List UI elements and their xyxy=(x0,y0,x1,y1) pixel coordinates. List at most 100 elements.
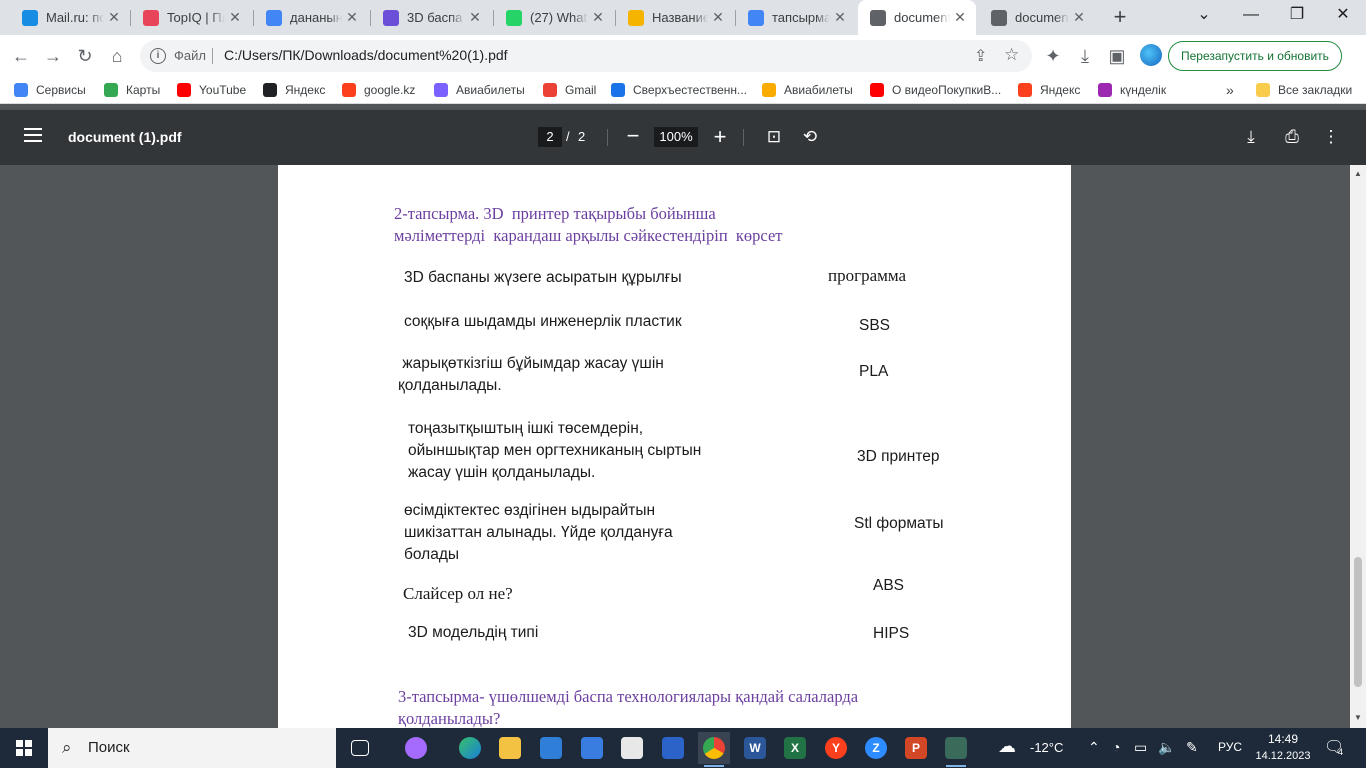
zoom-in-button[interactable]: + xyxy=(710,126,730,148)
bookmark-item[interactable]: YouTube xyxy=(177,77,246,103)
bookmark-item[interactable]: О видеоПокупкиВ... xyxy=(870,77,1001,103)
relaunch-update-button[interactable]: Перезапустить и обновить xyxy=(1168,41,1342,71)
app-icon-green[interactable] xyxy=(940,732,972,767)
browser-tab[interactable]: document (1).pdf✕ xyxy=(858,0,976,35)
bookmark-item[interactable]: Сервисы xyxy=(14,77,86,103)
home-icon[interactable]: ⌂ xyxy=(104,43,130,69)
mail-icon[interactable] xyxy=(535,732,567,764)
browser-tab[interactable]: Название ✕ xyxy=(616,0,734,35)
close-tab-icon[interactable]: ✕ xyxy=(342,9,362,26)
pdf-viewport[interactable]: 2-тапсырма. 3D принтер тақырыбы бойынша … xyxy=(0,165,1350,728)
folder-icon xyxy=(1256,83,1270,97)
file-explorer-icon[interactable] xyxy=(494,732,526,764)
extensions-icon[interactable]: ✦ xyxy=(1040,43,1066,69)
bookmarks-overflow-button[interactable]: » xyxy=(1226,77,1234,103)
fit-to-page-icon[interactable]: ⊡ xyxy=(763,126,785,148)
close-tab-icon[interactable]: ✕ xyxy=(465,9,485,26)
bookmark-item[interactable]: google.kz xyxy=(342,77,415,103)
close-tab-icon[interactable]: ✕ xyxy=(225,9,245,26)
bookmark-favicon-icon xyxy=(177,83,191,97)
close-window-button[interactable]: ✕ xyxy=(1320,0,1366,30)
zoom-app-icon[interactable]: Z xyxy=(860,732,892,764)
maximize-button[interactable]: ❐ xyxy=(1274,0,1320,30)
tab-search-icon[interactable]: ⌄ xyxy=(1181,0,1227,30)
taskbar-search[interactable]: ⌕ Поиск xyxy=(48,728,336,768)
browser-tab[interactable]: Mail.ru: почта✕ xyxy=(10,0,130,35)
bookmark-star-icon[interactable]: ☆ xyxy=(1004,45,1019,65)
info-icon[interactable]: i xyxy=(150,48,166,64)
browser-tab[interactable]: тапсырма ✕ xyxy=(736,0,856,35)
pdf-download-icon[interactable]: ⤓ xyxy=(1240,126,1262,148)
scroll-up-icon[interactable]: ▲ xyxy=(1354,169,1362,178)
bookmark-item[interactable]: Яндекс xyxy=(1018,77,1080,103)
bookmark-item[interactable]: Авиабилеты xyxy=(434,77,525,103)
word-icon[interactable]: W xyxy=(739,732,771,764)
minimize-button[interactable]: — xyxy=(1228,0,1274,30)
bookmark-item[interactable]: Яндекс xyxy=(263,77,325,103)
rotate-icon[interactable]: ⟲ xyxy=(799,126,821,148)
network-icon[interactable]: ◔ xyxy=(1112,739,1120,755)
close-tab-icon[interactable]: ✕ xyxy=(104,9,124,26)
close-tab-icon[interactable]: ✕ xyxy=(1069,9,1089,26)
app-icon-purple[interactable] xyxy=(400,732,432,764)
store-icon[interactable] xyxy=(576,732,608,764)
browser-tab[interactable]: 3D баспа ✕ xyxy=(371,0,491,35)
edge-icon[interactable] xyxy=(454,732,486,764)
start-button[interactable] xyxy=(16,740,32,756)
more-options-icon[interactable]: ⋮ xyxy=(1320,126,1342,148)
print-icon[interactable]: ⎙ xyxy=(1281,126,1303,148)
tab-title: TopIQ | Платформа xyxy=(167,10,225,25)
browser-tab[interactable]: дананың ✕ xyxy=(254,0,368,35)
all-bookmarks-button[interactable]: Все закладки xyxy=(1256,77,1352,103)
close-tab-icon[interactable]: ✕ xyxy=(830,9,850,26)
volume-icon[interactable]: 🔈 xyxy=(1158,739,1175,756)
close-tab-icon[interactable]: ✕ xyxy=(588,9,608,26)
yandex-browser-icon[interactable]: Y xyxy=(820,732,852,764)
powerpoint-icon[interactable]: P xyxy=(900,732,932,764)
profile-avatar[interactable] xyxy=(1140,44,1162,66)
share-icon[interactable]: ⇪ xyxy=(974,46,987,66)
weather-icon[interactable]: ☁ xyxy=(998,736,1016,757)
notepad-icon[interactable] xyxy=(616,732,648,764)
address-url[interactable]: C:/Users/ПК/Downloads/document%20(1).pdf xyxy=(224,47,508,63)
browser-tab[interactable]: document ✕ xyxy=(979,0,1095,35)
excel-icon[interactable]: X xyxy=(779,732,811,764)
close-tab-icon[interactable]: ✕ xyxy=(950,9,970,26)
bookmark-item[interactable]: Авиабилеты xyxy=(762,77,853,103)
bookmark-favicon-icon xyxy=(342,83,356,97)
download-icon[interactable]: ⤓ xyxy=(1072,43,1098,69)
clock-time[interactable]: 14:49 xyxy=(1254,732,1312,746)
bookmark-item[interactable]: күнделік xyxy=(1098,77,1166,103)
left-item: өсімдіктектес өздігінен ыдырайтын шикіза… xyxy=(404,502,673,563)
browser-tab[interactable]: (27) WhatsApp✕ xyxy=(494,0,614,35)
bookmark-item[interactable]: Карты xyxy=(104,77,160,103)
page-number-input[interactable]: 2 xyxy=(538,127,562,147)
language-indicator[interactable]: РУС xyxy=(1218,740,1242,754)
scroll-down-icon[interactable]: ▼ xyxy=(1354,713,1362,722)
side-panel-icon[interactable]: ▣ xyxy=(1104,43,1130,69)
clock-date[interactable]: 14.12.2023 xyxy=(1254,750,1312,762)
forward-icon[interactable]: → xyxy=(40,43,66,69)
reload-icon[interactable]: ↻ xyxy=(72,43,98,69)
bookmark-favicon-icon xyxy=(263,83,277,97)
address-bar[interactable]: i Файл C:/Users/ПК/Downloads/document%20… xyxy=(140,40,1032,72)
menu-icon[interactable] xyxy=(24,128,42,142)
chrome-icon[interactable] xyxy=(698,732,730,767)
show-hidden-icons[interactable]: ⌃ xyxy=(1088,739,1100,756)
vertical-scrollbar[interactable]: ▲ ▼ xyxy=(1350,165,1366,728)
new-tab-button[interactable]: + xyxy=(1108,5,1132,29)
bookmark-item[interactable]: Сверхъестественн... xyxy=(611,77,747,103)
pen-icon[interactable]: ✎ xyxy=(1186,739,1198,756)
zoom-level-input[interactable]: 100% xyxy=(654,127,698,147)
scrollbar-thumb[interactable] xyxy=(1354,557,1362,687)
bookmark-favicon-icon xyxy=(543,83,557,97)
browser-tab[interactable]: TopIQ | Платформа✕ xyxy=(131,0,251,35)
zoom-out-button[interactable]: − xyxy=(623,125,643,148)
weather-temperature[interactable]: -12°C xyxy=(1030,740,1063,755)
app-icon-blue[interactable] xyxy=(657,732,689,764)
battery-icon[interactable]: ▭ xyxy=(1134,739,1147,756)
task-view-icon[interactable] xyxy=(344,732,376,764)
back-icon[interactable]: ← xyxy=(8,43,34,69)
close-tab-icon[interactable]: ✕ xyxy=(708,9,728,26)
bookmark-item[interactable]: Gmail xyxy=(543,77,596,103)
